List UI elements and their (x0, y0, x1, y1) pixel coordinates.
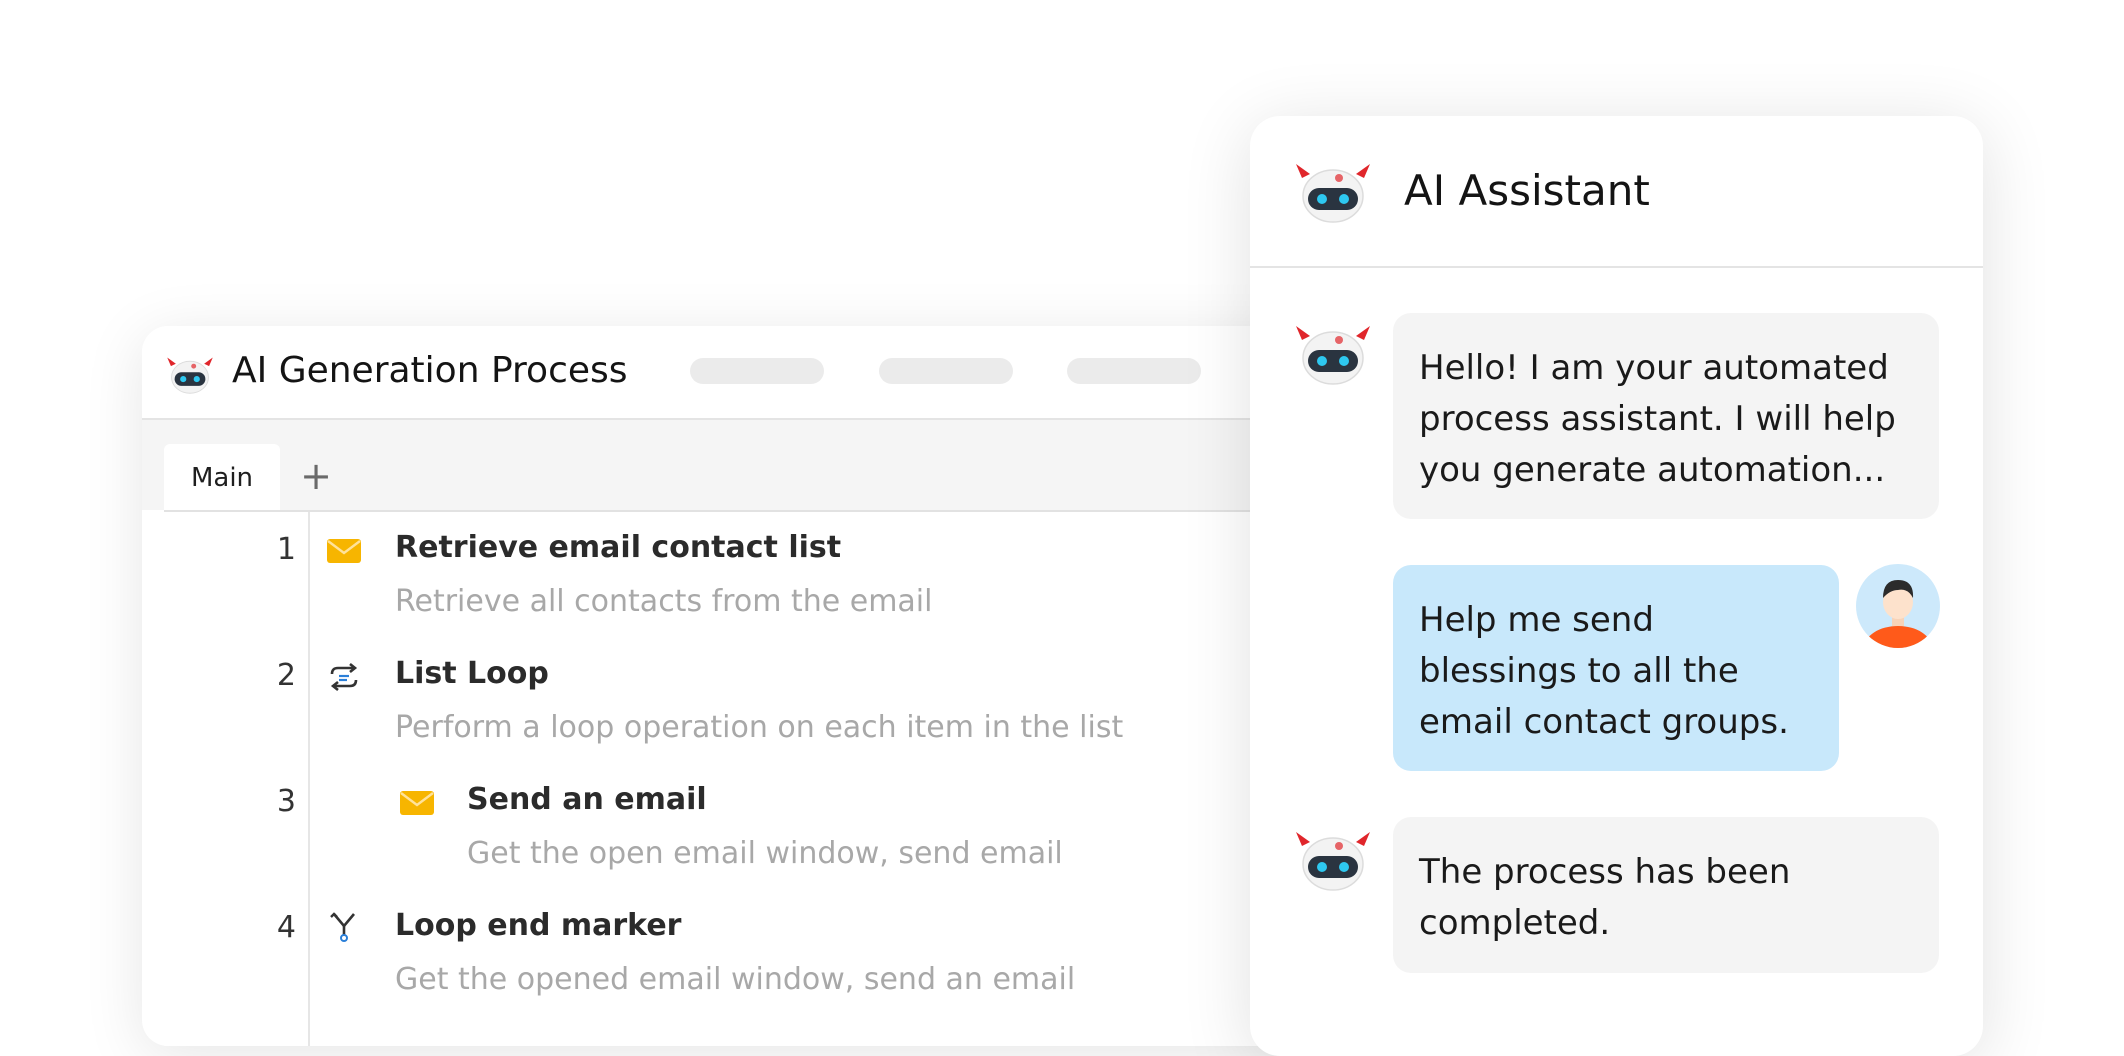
step-title[interactable]: List Loop (395, 656, 549, 691)
toolbar-placeholder-2[interactable] (879, 358, 1013, 384)
step-title[interactable]: Retrieve email contact list (395, 530, 841, 565)
tab-main[interactable]: Main (164, 444, 280, 512)
step-description: Get the opened email window, send an ema… (395, 962, 1076, 997)
gutter-divider (308, 512, 310, 1046)
user-message-bubble: Help me send blessings to all the email … (1393, 565, 1839, 771)
step-number: 2 (276, 658, 296, 693)
robot-avatar-icon (1296, 164, 1370, 223)
process-header: AI Generation Process (142, 326, 1322, 420)
assistant-header: AI Assistant (1250, 116, 1983, 268)
bot-message-bubble: Hello! I am your automated process assis… (1393, 313, 1939, 519)
step-description: Retrieve all contacts from the email (395, 584, 933, 619)
robot-logo-icon (167, 357, 213, 394)
email-icon (400, 791, 434, 815)
step-number: 3 (276, 784, 296, 819)
step-description: Get the open email window, send email (467, 836, 1063, 871)
robot-avatar-icon (1296, 326, 1370, 385)
robot-avatar-icon (1296, 832, 1370, 891)
step-description: Perform a loop operation on each item in… (395, 710, 1124, 745)
add-tab-button[interactable]: + (296, 456, 336, 496)
step-number: 4 (276, 910, 296, 945)
user-avatar-icon (1856, 564, 1940, 648)
loop-icon (330, 662, 358, 692)
loop-end-icon (330, 912, 355, 942)
step-title[interactable]: Loop end marker (395, 908, 681, 943)
step-list: 1 Retrieve email contact list Retrieve a… (164, 510, 1322, 1046)
process-window: AI Generation Process Main + 1 Retrieve … (142, 326, 1322, 1046)
ai-assistant-panel: AI Assistant Hello! I am your automated … (1250, 116, 1983, 1056)
process-title: AI Generation Process (232, 350, 628, 391)
tab-bar: Main + (142, 420, 1322, 512)
step-title[interactable]: Send an email (467, 782, 707, 817)
toolbar-placeholder-1[interactable] (690, 358, 824, 384)
assistant-title: AI Assistant (1404, 166, 1650, 215)
email-icon (327, 539, 361, 563)
bot-message-bubble: The process has been completed. (1393, 817, 1939, 973)
toolbar-placeholder-3[interactable] (1067, 358, 1201, 384)
step-number: 1 (276, 532, 296, 567)
